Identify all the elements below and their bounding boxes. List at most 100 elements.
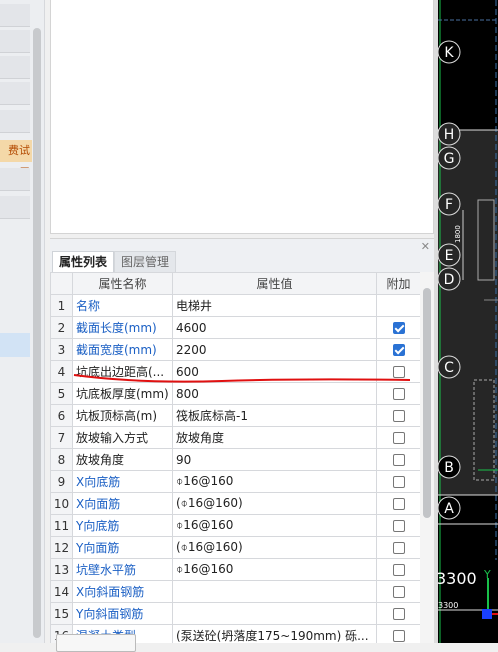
- row-number: 10: [50, 492, 73, 515]
- property-name[interactable]: 放坡角度: [72, 448, 173, 471]
- property-table: 属性名称 属性值 附加 1 名称 电梯井 2 截面长度(mm) 4600 3 截面宽度(mm)…: [50, 272, 420, 643]
- table-row[interactable]: 9 X向底筋 ⌽16@160: [50, 470, 420, 493]
- bottom-button[interactable]: [56, 634, 136, 652]
- extra-cell: [376, 536, 420, 559]
- extra-cell: [376, 316, 420, 339]
- attach-checkbox[interactable]: [392, 476, 405, 488]
- row-number: 5: [50, 382, 73, 405]
- attach-checkbox[interactable]: [392, 344, 405, 356]
- property-name[interactable]: Y向面筋: [72, 536, 173, 559]
- property-value[interactable]: (⌽16@160): [172, 536, 377, 559]
- extra-cell: [376, 492, 420, 515]
- cad-drawing-canvas[interactable]: K HG F ED C B A 1800 3300 3300 Y: [438, 0, 498, 643]
- trial-tag[interactable]: 费试用: [0, 140, 32, 179]
- table-row[interactable]: 12 Y向面筋 (⌽16@160): [50, 536, 420, 559]
- table-row[interactable]: 15 Y向斜面钢筋: [50, 602, 420, 625]
- tab-properties[interactable]: 属性列表: [52, 251, 115, 273]
- cad-coordinate-text: 3300: [438, 569, 477, 588]
- header-name: 属性名称: [72, 272, 173, 295]
- table-scrollbar[interactable]: [420, 272, 434, 643]
- property-name[interactable]: Y向斜面钢筋: [72, 602, 173, 625]
- cad-coordinate-text-small: 3300: [438, 601, 458, 610]
- toolbar-button[interactable]: [0, 82, 30, 105]
- property-value[interactable]: ⌽16@160: [172, 558, 377, 581]
- table-row[interactable]: 3 截面宽度(mm) 2200: [50, 338, 420, 361]
- property-name[interactable]: 坑壁水平筋: [72, 558, 173, 581]
- table-row[interactable]: 7 放坡输入方式 放坡角度: [50, 426, 420, 449]
- left-scrollbar[interactable]: [33, 28, 41, 638]
- axis-label: G: [444, 151, 455, 167]
- axis-label: B: [444, 460, 454, 476]
- table-row[interactable]: 6 坑板顶标高(m) 筏板底标高-1: [50, 404, 420, 427]
- property-value[interactable]: 电梯井: [172, 294, 377, 317]
- table-row[interactable]: 14 X向斜面钢筋: [50, 580, 420, 603]
- toolbar-button[interactable]: [0, 110, 30, 133]
- attach-checkbox[interactable]: [392, 366, 405, 378]
- table-row[interactable]: 2 截面长度(mm) 4600: [50, 316, 420, 339]
- attach-checkbox[interactable]: [392, 630, 405, 642]
- property-name[interactable]: 坑底出边距高(...: [72, 360, 173, 383]
- table-row[interactable]: 4 坑底出边距高(... 600: [50, 360, 420, 383]
- toolbar-button[interactable]: [0, 168, 30, 191]
- property-name[interactable]: X向斜面钢筋: [72, 580, 173, 603]
- property-value[interactable]: ⌽16@160: [172, 514, 377, 537]
- property-value[interactable]: 800: [172, 382, 377, 405]
- table-row[interactable]: 13 坑壁水平筋 ⌽16@160: [50, 558, 420, 581]
- attach-checkbox[interactable]: [392, 388, 405, 400]
- attach-checkbox[interactable]: [392, 498, 405, 510]
- property-name[interactable]: 截面宽度(mm): [72, 338, 173, 361]
- property-value[interactable]: 600: [172, 360, 377, 383]
- property-value[interactable]: 2200: [172, 338, 377, 361]
- toolbar-button[interactable]: [0, 56, 30, 79]
- property-value[interactable]: 4600: [172, 316, 377, 339]
- attach-checkbox[interactable]: [392, 608, 405, 620]
- table-row[interactable]: 8 放坡角度 90: [50, 448, 420, 471]
- property-name[interactable]: 截面长度(mm): [72, 316, 173, 339]
- toolbar-selected-item[interactable]: [0, 333, 30, 357]
- property-value[interactable]: [172, 580, 377, 603]
- row-number: 2: [50, 316, 73, 339]
- property-value[interactable]: 90: [172, 448, 377, 471]
- attach-checkbox[interactable]: [392, 322, 405, 334]
- property-value[interactable]: (⌽16@160): [172, 492, 377, 515]
- table-row[interactable]: 11 Y向底筋 ⌽16@160: [50, 514, 420, 537]
- property-value[interactable]: ⌽16@160: [172, 470, 377, 493]
- property-value[interactable]: 筏板底标高-1: [172, 404, 377, 427]
- attach-checkbox[interactable]: [392, 520, 405, 532]
- toolbar-button[interactable]: [0, 30, 30, 53]
- property-name[interactable]: X向底筋: [72, 470, 173, 493]
- property-value[interactable]: 放坡角度: [172, 426, 377, 449]
- extra-cell: [376, 338, 420, 361]
- table-row[interactable]: 10 X向面筋 (⌽16@160): [50, 492, 420, 515]
- preview-panel: [50, 0, 434, 234]
- header-num: [50, 272, 73, 295]
- attach-checkbox[interactable]: [392, 586, 405, 598]
- tab-layers[interactable]: 图层管理: [114, 251, 177, 273]
- close-icon[interactable]: ✕: [421, 240, 430, 253]
- extra-cell: [376, 426, 420, 449]
- table-row[interactable]: 5 坑底板厚度(mm) 800: [50, 382, 420, 405]
- header-extra: 附加: [376, 272, 420, 295]
- axis-label: K: [444, 45, 454, 61]
- axis-label: D: [444, 272, 455, 288]
- property-value[interactable]: (泵送砼(坍落度175~190mm) 砾...: [172, 624, 377, 643]
- property-name[interactable]: 名称: [72, 294, 173, 317]
- property-name[interactable]: Y向底筋: [72, 514, 173, 537]
- property-name[interactable]: 坑板顶标高(m): [72, 404, 173, 427]
- property-name[interactable]: 放坡输入方式: [72, 426, 173, 449]
- property-name[interactable]: X向面筋: [72, 492, 173, 515]
- attach-checkbox[interactable]: [392, 454, 405, 466]
- property-value[interactable]: [172, 602, 377, 625]
- toolbar-button[interactable]: [0, 4, 30, 27]
- attach-checkbox[interactable]: [392, 432, 405, 444]
- toolbar-button[interactable]: [0, 196, 30, 219]
- axis-label: C: [444, 360, 454, 376]
- attach-checkbox[interactable]: [392, 410, 405, 422]
- property-name[interactable]: 坑底板厚度(mm): [72, 382, 173, 405]
- attach-checkbox[interactable]: [392, 564, 405, 576]
- extra-cell: [376, 360, 420, 383]
- scrollbar-thumb[interactable]: [423, 288, 431, 518]
- attach-checkbox[interactable]: [392, 542, 405, 554]
- table-row[interactable]: 1 名称 电梯井: [50, 294, 420, 317]
- ucs-origin: [482, 609, 492, 619]
